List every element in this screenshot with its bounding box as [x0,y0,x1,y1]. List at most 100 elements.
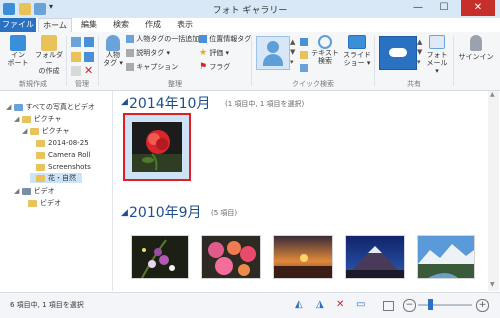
photo-email-label-2: メール ▾ [426,59,448,75]
separator [98,36,99,86]
close-button[interactable]: ✕ [461,0,495,16]
rename-icon[interactable] [71,66,81,76]
collapse-icon[interactable]: ◢ [6,103,11,111]
gallery-scroll-up[interactable]: ▲ [290,38,295,46]
zoom-slider-thumb[interactable] [428,299,433,310]
batch-people-tag-button[interactable]: 人物タグの一括追加 [126,35,199,44]
group-heading-2014-10[interactable]: 2014年10月 [129,93,210,113]
tree-item-label: 2014-08-25 [48,139,89,147]
ribbon: イン ポート フォルダー の作成 新規作成 ✕ 管理 人物 タグ ▾ 人物タグの… [0,32,500,91]
delete-icon[interactable]: ✕ [84,64,93,77]
collapse-icon[interactable]: ◢ [14,187,19,195]
geotag-button[interactable]: 位置情報タグ [199,35,251,44]
tree-item-all-photos[interactable]: ◢ すべての写真とビデオ [6,102,95,112]
zoom-slider-track[interactable] [418,304,472,306]
tree-item-label: Camera Roll [48,151,91,159]
photo-thumbnail-selected[interactable] [123,113,191,181]
move-icon[interactable] [71,52,81,62]
tree-item-label: すべての写真とビデオ [25,103,95,111]
person-tag-button[interactable]: 人物 タグ ▾ [102,35,124,67]
slideshow-label-2: ショー ▾ [343,59,371,67]
star-icon: ★ [199,48,208,58]
date-filter-icon[interactable] [300,38,308,46]
zoom-out-button[interactable]: − [403,299,416,312]
filter-icon[interactable] [300,64,308,72]
camera-icon [10,35,26,51]
photo-email-button[interactable]: フォト メール ▾ [424,35,450,75]
details-view-icon[interactable] [383,301,394,311]
rotate-right-icon[interactable]: ◮ [316,299,324,310]
tree-item-screenshots[interactable]: Screenshots [36,162,91,172]
description-tag-button[interactable]: 説明タグ ▾ [126,49,170,58]
onedrive-share-button[interactable] [379,36,417,70]
copy-icon[interactable] [71,37,81,47]
photo-thumbnail[interactable] [417,235,475,279]
person-icon [106,35,120,51]
maximize-button[interactable]: ☐ [432,0,456,16]
tab-search[interactable]: 検索 [106,18,136,32]
scroll-up-arrow[interactable]: ▲ [490,91,495,98]
vertical-scrollbar[interactable]: ▲ ▼ [488,91,499,291]
tag-filter-icon[interactable] [300,51,308,59]
photo-email-label-1: フォト [426,51,448,59]
tree-item-label: Screenshots [48,163,91,171]
group-share-label: 共有 [407,80,421,88]
group-collapse-icon[interactable]: ◢ [121,97,128,107]
separator [251,36,252,86]
gallery-scroll-down[interactable]: ▼ [290,48,295,56]
tree-item-videos-folder[interactable]: ビデオ [28,198,61,208]
photo-thumbnail[interactable] [131,235,189,279]
import-button[interactable]: イン ポート [4,35,32,67]
collapse-icon[interactable]: ◢ [22,127,27,135]
rotate-right-icon[interactable] [84,52,94,62]
people-filter-gallery[interactable] [256,36,290,70]
photo-thumbnail[interactable] [201,235,261,279]
tree-item-videos[interactable]: ◢ ビデオ [14,186,55,196]
caption-icon [126,63,134,71]
share-scroll-down[interactable]: ▼ [417,48,422,56]
scroll-down-arrow[interactable]: ▼ [490,281,495,288]
selection-status: 6 項目中, 1 項目を選択 [10,301,84,309]
new-folder-button[interactable]: フォルダー の作成 [32,35,66,75]
tree-item-camera-roll[interactable]: Camera Roll [36,150,90,160]
tab-view[interactable]: 表示 [170,18,200,32]
share-scroll-up[interactable]: ▲ [417,38,422,46]
slideshow-icon[interactable]: ▭ [356,299,365,310]
rotate-left-icon[interactable] [84,37,94,47]
group-heading-2010-09[interactable]: 2010年9月 [129,202,202,222]
person-body-icon [263,54,283,66]
text-search-button[interactable]: テキスト 検索 [310,35,340,65]
tag-icon [126,49,134,57]
signin-button[interactable]: サインイン [455,35,497,61]
monitor-icon [348,35,366,49]
tree-item-label: 花・自然 [48,174,76,182]
zoom-in-button[interactable]: + [476,299,489,312]
tree-item-flowers-nature[interactable]: 花・自然 [30,173,82,183]
caption-button[interactable]: キャプション [126,63,178,72]
tab-create[interactable]: 作成 [138,18,168,32]
group-organize-label: 整理 [168,80,182,88]
minimize-button[interactable]: — [406,0,430,16]
person-tag-label-1: 人物 [106,51,120,59]
photo-thumbnail[interactable] [273,235,333,279]
slideshow-button[interactable]: スライド ショー ▾ [342,35,372,67]
group-note-2014-10: (1 項目中, 1 項目を選択) [225,100,305,108]
navigation-tree: ◢ すべての写真とビデオ ◢ ピクチャ ◢ ピクチャ 2014-08-25 Ca… [0,91,113,291]
tree-item-2014-08-25[interactable]: 2014-08-25 [36,138,89,148]
flag-button[interactable]: ⚑ フラグ [199,63,230,72]
gallery-more[interactable]: ▾ [290,58,294,66]
tree-item-pictures-folder[interactable]: ◢ ピクチャ [22,126,70,136]
tab-home[interactable]: ホーム [38,18,72,33]
tree-item-pictures[interactable]: ◢ ピクチャ [14,114,62,124]
rating-button[interactable]: ★ 評価 ▾ [199,49,229,58]
collapse-icon[interactable]: ◢ [14,115,19,123]
magnifier-icon [318,35,332,49]
tab-file[interactable]: ファイル [0,18,36,32]
share-more[interactable]: ▾ [417,58,421,66]
rotate-left-icon[interactable]: ◭ [295,299,303,310]
delete-icon[interactable]: ✕ [336,299,344,310]
tab-edit[interactable]: 編集 [74,18,104,32]
photo-thumbnail[interactable] [345,235,405,279]
new-folder-label-2: の作成 [38,67,60,75]
group-collapse-icon[interactable]: ◢ [121,208,128,218]
